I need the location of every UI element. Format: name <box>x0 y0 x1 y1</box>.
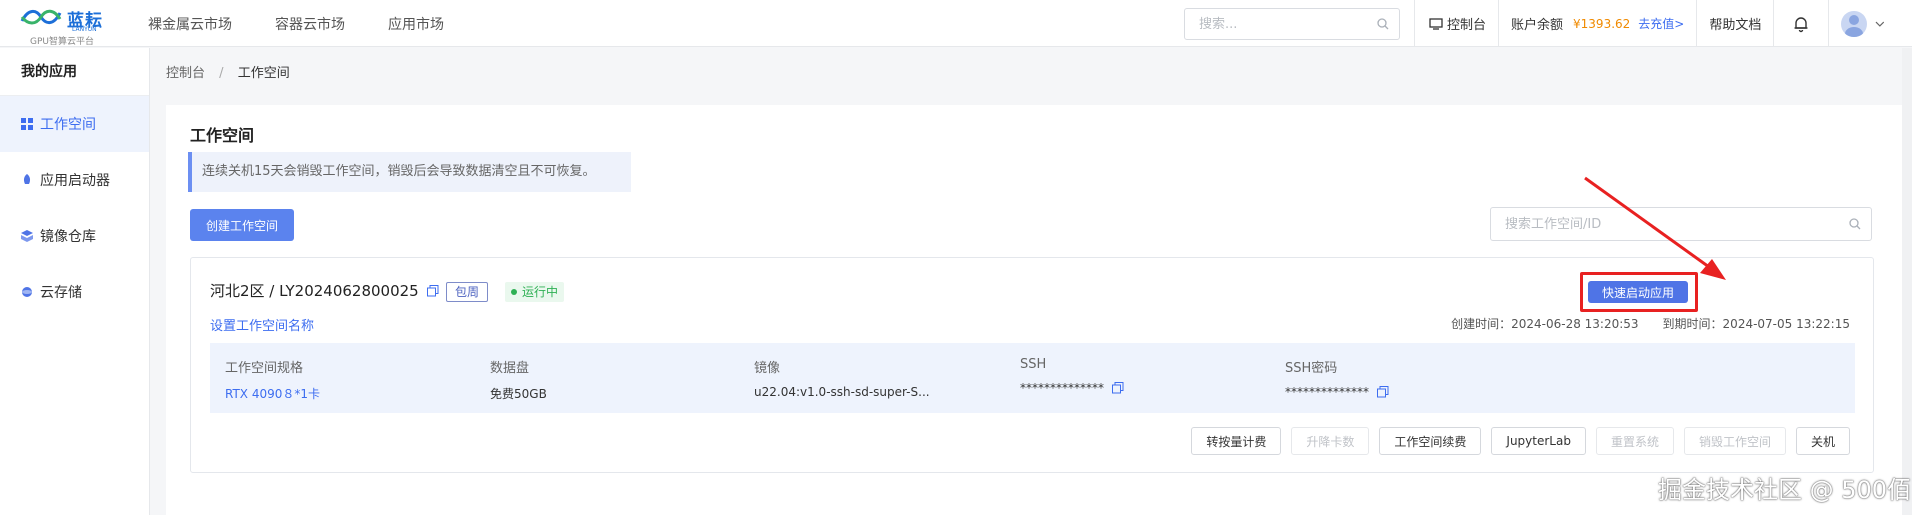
notifications-button[interactable] <box>1773 0 1828 47</box>
image-repo-icon <box>21 230 33 242</box>
destroy-workspace-button[interactable]: 销毁工作空间 <box>1683 427 1786 455</box>
disk-column: 数据盘 免费50GB <box>490 357 547 402</box>
console-link[interactable]: 控制台 <box>1414 0 1498 47</box>
nav-baremetal-market[interactable]: 裸金属云市场 <box>148 14 232 34</box>
search-icon[interactable] <box>1849 218 1861 230</box>
ssh-label: SSH <box>1020 357 1047 372</box>
sidebar-item-label: 应用启动器 <box>40 173 110 189</box>
workspace-times: 创建时间：2024-06-28 13:20:53 到期时间：2024-07-05… <box>1451 315 1850 332</box>
workspace-name: 河北2区 / LY2024062800025 <box>210 280 439 301</box>
spec-value[interactable]: RTX 4090８*1卡 <box>225 385 320 402</box>
workspace-search <box>1490 207 1872 241</box>
ssh-password-value: ************** <box>1285 385 1369 399</box>
logo-brand-en: LANYUN <box>72 26 97 33</box>
create-workspace-button[interactable]: 创建工作空间 <box>190 209 294 241</box>
help-docs-label: 帮助文档 <box>1709 18 1762 33</box>
disk-label: 数据盘 <box>490 361 530 376</box>
top-right-menu: 控制台 账户余额 ¥1393.62 去充值> 帮助文档 <box>1414 0 1896 47</box>
monitor-icon <box>1429 17 1443 30</box>
jupyterlab-button[interactable]: JupyterLab <box>1491 427 1586 455</box>
balance-label: 账户余额 <box>1511 18 1564 33</box>
sidebar-item-cloud-storage[interactable]: 云存储 <box>0 264 149 320</box>
balance: 账户余额 ¥1393.62 去充值> <box>1498 0 1696 47</box>
sidebar-item-label: 镜像仓库 <box>40 229 96 245</box>
status-dot <box>511 289 517 295</box>
workspace-search-input[interactable] <box>1491 208 1831 240</box>
top-search-input[interactable] <box>1185 9 1365 39</box>
expire-time: 到期时间：2024-07-05 13:22:15 <box>1662 317 1850 331</box>
scrollbar[interactable] <box>1902 48 1912 515</box>
image-value: u22.04:v1.0-ssh-sd-super-S... <box>754 385 930 399</box>
image-label: 镜像 <box>754 361 781 376</box>
workspace-name-text: 河北2区 / LY2024062800025 <box>210 282 419 300</box>
spec-label: 工作空间规格 <box>225 361 304 376</box>
recharge-link[interactable]: 去充值> <box>1638 15 1684 32</box>
image-column: 镜像 u22.04:v1.0-ssh-sd-super-S... <box>754 357 930 399</box>
console-label: 控制台 <box>1447 18 1487 33</box>
main-panel: 工作空间 连续关机15天会销毁工作空间，销毁后会导致数据清空且不可恢复。 创建工… <box>166 105 1912 515</box>
copy-icon[interactable] <box>1377 386 1389 398</box>
copy-icon[interactable] <box>426 284 439 297</box>
logo[interactable]: 蓝耘 LANYUN GPU智算云平台 <box>20 3 110 47</box>
rename-workspace-link[interactable]: 设置工作空间名称 <box>210 315 314 334</box>
sidebar: 我的应用 工作空间 应用启动器 镜像仓库 云存储 <box>0 48 150 515</box>
quick-launch-button[interactable]: 快速启动应用 <box>1588 281 1688 303</box>
breadcrumb-separator: / <box>219 66 224 81</box>
renew-workspace-button[interactable]: 工作空间续费 <box>1379 427 1482 455</box>
logo-mark-icon <box>20 9 62 25</box>
notice-banner: 连续关机15天会销毁工作空间，销毁后会导致数据清空且不可恢复。 <box>188 152 631 192</box>
ssh-column: SSH ************** <box>1020 357 1124 395</box>
billing-tag: 包周 <box>446 282 489 302</box>
sidebar-item-label: 工作空间 <box>40 117 96 133</box>
sidebar-item-label: 云存储 <box>40 285 82 301</box>
top-nav: 裸金属云市场 容器云市场 应用市场 <box>148 14 444 34</box>
ssh-value: ************** <box>1020 381 1104 395</box>
watermark: 掘金技术社区 @ 500佰 <box>1658 476 1912 504</box>
ssh-password-value-row: ************** <box>1285 385 1389 399</box>
change-gpu-count-button[interactable]: 升降卡数 <box>1291 427 1370 455</box>
created-time: 创建时间：2024-06-28 13:20:53 <box>1451 317 1639 331</box>
reset-system-button[interactable]: 重置系统 <box>1595 427 1674 455</box>
user-menu[interactable] <box>1828 0 1896 47</box>
top-search <box>1184 8 1400 40</box>
cloud-storage-icon <box>22 287 32 297</box>
switch-to-payg-button[interactable]: 转按量计费 <box>1191 427 1282 455</box>
launcher-icon <box>23 174 31 184</box>
workspace-icon <box>21 118 33 130</box>
workspace-info-row: 工作空间规格 RTX 4090８*1卡 数据盘 免费50GB 镜像 u22.04… <box>210 343 1855 413</box>
status-badge: 运行中 <box>505 282 565 302</box>
search-icon[interactable] <box>1377 18 1389 30</box>
spec-column: 工作空间规格 RTX 4090８*1卡 <box>225 357 320 402</box>
breadcrumb: 控制台 / 工作空间 <box>166 62 290 81</box>
sidebar-item-workspace[interactable]: 工作空间 <box>0 96 149 152</box>
sidebar-item-image-repo[interactable]: 镜像仓库 <box>0 208 149 264</box>
help-docs-link[interactable]: 帮助文档 <box>1696 0 1773 47</box>
breadcrumb-root[interactable]: 控制台 <box>166 66 205 81</box>
bell-icon <box>1794 16 1808 32</box>
balance-value: ¥1393.62 <box>1573 16 1631 31</box>
sidebar-item-launcher[interactable]: 应用启动器 <box>0 152 149 208</box>
workspace-card: 河北2区 / LY2024062800025 包周 运行中 设置工作空间名称 快… <box>190 257 1874 473</box>
disk-value: 免费50GB <box>490 387 547 401</box>
avatar <box>1841 10 1867 37</box>
nav-app-market[interactable]: 应用市场 <box>388 14 444 34</box>
status-text: 运行中 <box>522 285 559 299</box>
shutdown-button[interactable]: 关机 <box>1795 427 1850 455</box>
chevron-down-icon <box>1875 21 1884 27</box>
top-bar: 蓝耘 LANYUN GPU智算云平台 裸金属云市场 容器云市场 应用市场 控制台… <box>0 0 1912 47</box>
logo-subtitle: GPU智算云平台 <box>30 37 94 47</box>
sidebar-title: 我的应用 <box>0 48 149 96</box>
ssh-password-label: SSH密码 <box>1285 361 1338 376</box>
copy-icon[interactable] <box>1112 382 1124 394</box>
workspace-actions: 转按量计费 升降卡数 工作空间续费 JupyterLab 重置系统 销毁工作空间… <box>1191 427 1850 455</box>
nav-container-market[interactable]: 容器云市场 <box>275 14 345 34</box>
ssh-password-column: SSH密码 ************** <box>1285 357 1389 399</box>
ssh-value-row: ************** <box>1020 381 1124 395</box>
breadcrumb-current: 工作空间 <box>237 66 290 81</box>
page-title: 工作空间 <box>190 126 255 145</box>
